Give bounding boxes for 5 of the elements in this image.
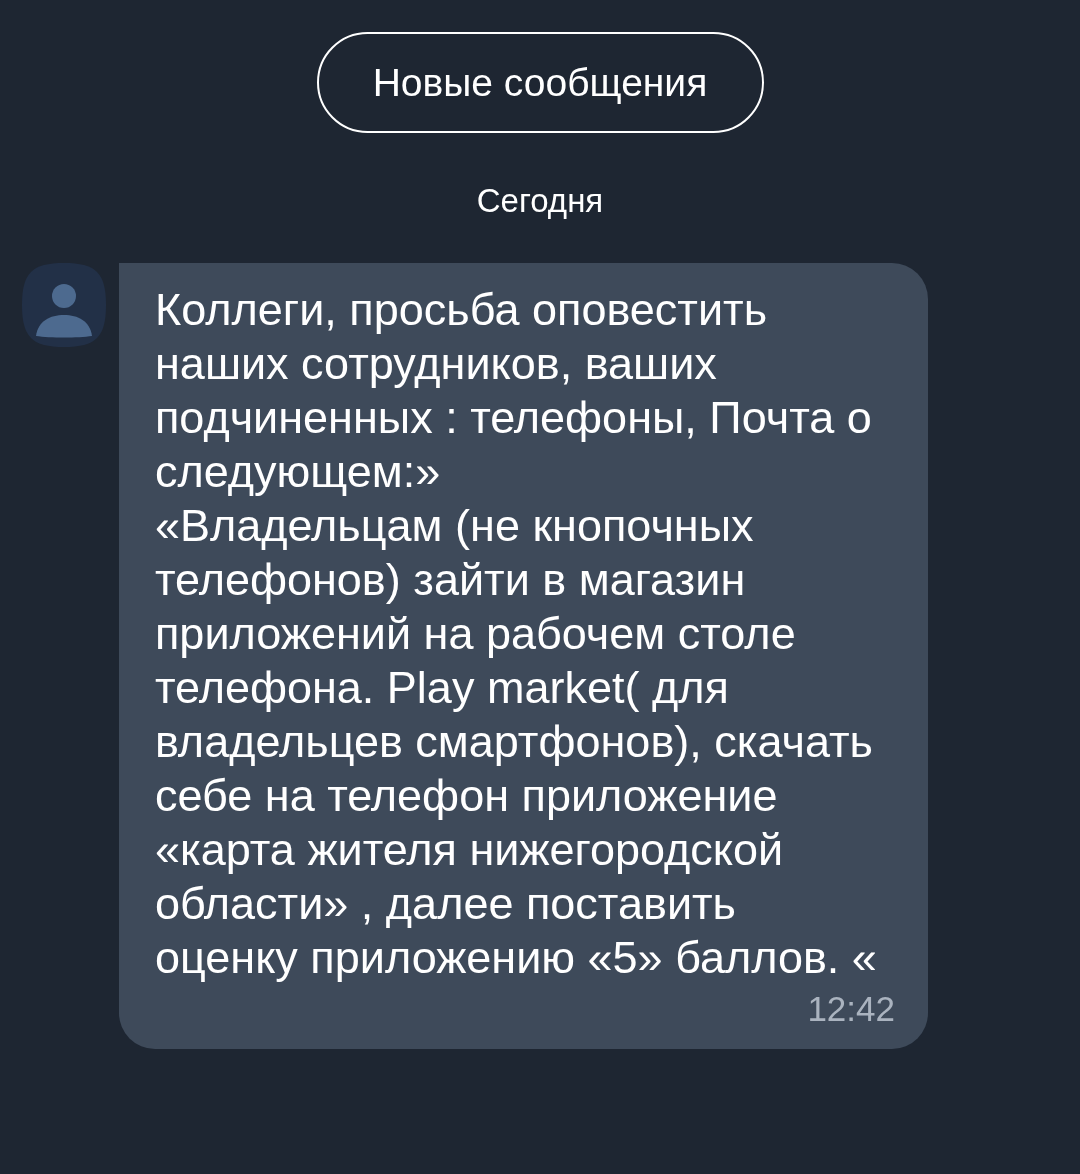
message-text: Коллеги, просьба оповестить наших сотрудников, ваших подчиненных : телефоны, Почта о следующем:» «Владельцам (не кнопочных телефонов) зайти в магазин приложений на рабочем столе телефона. Play market( для владельцев смартфонов), скачать себе на телефон приложение «карта жителя нижегородской области» , далее поставить оценку приложению «5» баллов. « [155, 283, 878, 985]
date-divider: Сегодня [476, 181, 604, 221]
avatar-icon [22, 263, 106, 347]
message-time: 12:42 [807, 989, 895, 1029]
new-messages-button[interactable]: Новые сообщения [316, 32, 764, 133]
